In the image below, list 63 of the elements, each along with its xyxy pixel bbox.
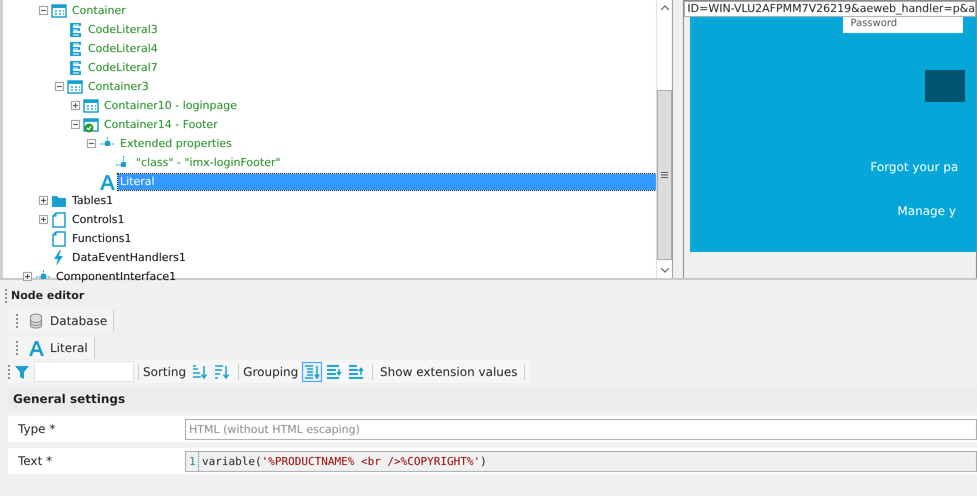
scroll-icon bbox=[67, 40, 83, 56]
collapse-toggle[interactable] bbox=[87, 139, 96, 148]
grid-check-icon bbox=[83, 116, 99, 132]
scroll-down-icon[interactable] bbox=[660, 268, 669, 273]
collapse-toggle[interactable] bbox=[39, 6, 48, 15]
sort-descending-icon bbox=[214, 364, 230, 380]
scrollbar[interactable] bbox=[656, 0, 672, 278]
tree-node[interactable]: "class" - "imx-loginFooter" bbox=[134, 154, 283, 170]
grip-icon bbox=[661, 172, 668, 178]
line-number: 1 bbox=[189, 452, 199, 470]
grid-icon bbox=[51, 2, 67, 18]
grid-icon bbox=[83, 98, 99, 114]
section-header: General settings bbox=[8, 387, 977, 410]
collapse-toggle[interactable] bbox=[55, 82, 64, 91]
breadcrumb-tab[interactable]: Literal bbox=[8, 336, 95, 358]
collapse-toggle[interactable] bbox=[71, 120, 80, 129]
forgot-password-link[interactable]: Forgot your pa bbox=[870, 158, 958, 176]
toolbar-label: Grouping bbox=[243, 364, 298, 380]
scroll-icon bbox=[67, 60, 83, 76]
manage-link[interactable]: Manage y bbox=[897, 202, 956, 220]
field-label: Text * bbox=[17, 453, 54, 470]
tree-node[interactable]: CodeLiteral3 bbox=[86, 22, 160, 38]
filter-icon bbox=[14, 364, 30, 380]
filter-field[interactable] bbox=[34, 361, 134, 382]
expand-toggle[interactable] bbox=[23, 272, 32, 281]
scroll-icon bbox=[67, 22, 83, 38]
tree-node[interactable]: Extended properties bbox=[118, 136, 234, 152]
panel-title: Node editor bbox=[11, 288, 84, 304]
database-icon bbox=[28, 313, 44, 329]
letter-a-icon bbox=[99, 174, 115, 190]
tree-node[interactable]: Controls1 bbox=[70, 212, 126, 228]
tree-node[interactable]: CodeLiteral4 bbox=[86, 40, 160, 56]
tree-node[interactable]: Literal bbox=[118, 174, 656, 190]
tree-node[interactable]: Functions1 bbox=[70, 230, 134, 246]
tree-node[interactable]: DataEventHandlers1 bbox=[70, 250, 188, 266]
password-field[interactable]: Password bbox=[843, 17, 964, 33]
tree-node[interactable]: Container14 - Footer bbox=[102, 116, 220, 132]
address-field[interactable]: ID=WIN-VLU2AFPMM7V26219&aeweb_handler=p&a bbox=[684, 1, 976, 17]
tree-node[interactable]: ComponentInterface1 bbox=[54, 268, 178, 284]
field-label: Type * bbox=[17, 421, 56, 438]
list-up-icon bbox=[348, 364, 364, 380]
list-down-icon bbox=[326, 364, 342, 380]
breadcrumb-tab[interactable]: Database bbox=[8, 310, 114, 332]
sort-ascending-icon bbox=[192, 364, 208, 380]
expand-toggle[interactable] bbox=[71, 101, 80, 110]
tree-node[interactable]: CodeLiteral7 bbox=[86, 60, 160, 76]
code-line: variable('%PRODUCTNAME% <br />%COPYRIGHT%') bbox=[202, 454, 487, 470]
list-icon bbox=[304, 364, 320, 380]
page-icon bbox=[51, 230, 67, 246]
expand-toggle[interactable] bbox=[39, 196, 48, 205]
tree-node[interactable]: Container bbox=[70, 2, 128, 18]
expand-toggle[interactable] bbox=[39, 215, 48, 224]
tree-node[interactable]: Container10 - loginpage bbox=[102, 98, 239, 114]
toolbar-label: Sorting bbox=[143, 364, 186, 380]
letter-a-icon bbox=[28, 340, 44, 356]
grid-icon bbox=[67, 78, 83, 94]
scroll-up-icon[interactable] bbox=[660, 5, 669, 10]
tree-node[interactable]: Container3 bbox=[86, 78, 151, 94]
toolbar-button[interactable] bbox=[302, 362, 322, 382]
tree-node[interactable]: Tables1 bbox=[70, 192, 116, 208]
page-icon bbox=[51, 212, 67, 228]
show-extension-values-button[interactable]: Show extension values bbox=[377, 362, 520, 380]
code-editor[interactable]: 1 variable('%PRODUCTNAME% <br />%COPYRIGHT%') bbox=[185, 450, 977, 472]
